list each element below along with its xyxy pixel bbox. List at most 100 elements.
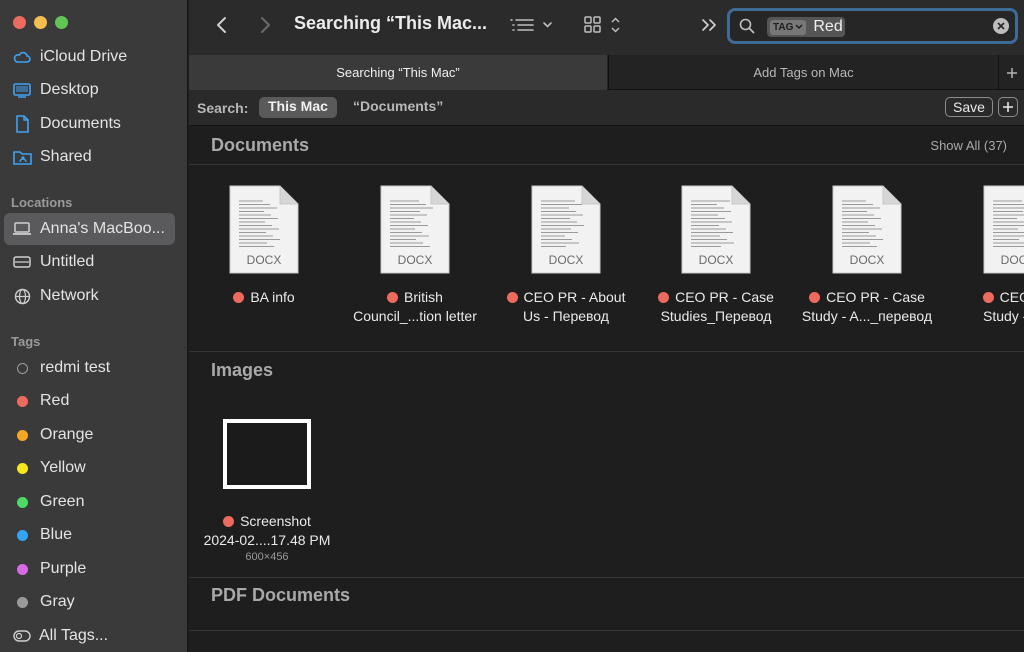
forward-button[interactable]	[252, 12, 278, 38]
file-kind-label: DOCX	[849, 253, 885, 267]
tag-color-dot	[17, 462, 28, 474]
section-title: PDF Documents	[211, 585, 351, 605]
section-title: Documents	[211, 135, 310, 155]
scope-this-mac-button[interactable]: This Mac	[259, 97, 337, 118]
documents-section-header: Documents Show All (37)	[189, 127, 1024, 164]
tag-token-kind[interactable]: TAG	[770, 19, 807, 35]
image-dimensions: 600×456	[245, 551, 289, 563]
tab-bar: Searching “This Mac” Add Tags on Mac	[189, 55, 1024, 90]
sidebar-item-label: Green	[40, 493, 85, 510]
file-name-line1: British	[404, 289, 443, 305]
document-file-item[interactable]: DOCX CEO PR Study - C...	[943, 185, 1024, 326]
file-kind-label: DOCX	[548, 253, 584, 267]
tag-color-dot	[17, 529, 28, 541]
docx-file-icon: DOCX	[831, 185, 903, 275]
file-name: CEO PR - Case Studies_Перевод	[641, 288, 791, 326]
sidebar-tag-redmi-test[interactable]: redmi test	[4, 352, 175, 384]
close-window-button[interactable]	[13, 16, 26, 29]
close-icon	[997, 22, 1005, 30]
scope-documents-button[interactable]: “Documents”	[344, 97, 452, 118]
sidebar-tag-gray[interactable]: Gray	[4, 586, 175, 618]
sidebar-tag-blue[interactable]: Blue	[4, 519, 175, 551]
sidebar-item-shared[interactable]: Shared	[4, 141, 175, 173]
sidebar-item-label: Blue	[40, 526, 73, 543]
sidebar-tag-green[interactable]: Green	[4, 486, 175, 518]
show-all-button[interactable]: Show All (37)	[930, 138, 1007, 153]
docx-file-icon: DOCX	[228, 185, 300, 275]
file-kind-label: DOCX	[397, 253, 433, 267]
tab-label: Searching “This Mac”	[336, 65, 460, 80]
plus-icon	[1003, 102, 1013, 112]
tag-color-dot	[17, 362, 28, 374]
document-file-item[interactable]: DOCX BA info	[189, 185, 339, 307]
file-name: CEO PR - About Us - Перевод	[491, 288, 641, 326]
clear-search-button[interactable]	[993, 18, 1009, 34]
minimize-window-button[interactable]	[34, 16, 47, 29]
sidebar-item-label: redmi test	[40, 359, 111, 376]
document-file-item[interactable]: DOCX CEO PR - About Us - Перевод	[491, 185, 641, 326]
sidebar-all-tags[interactable]: All Tags...	[4, 620, 175, 652]
image-file-item[interactable]: Screenshot 2024-02....17.48 PM 600×456	[192, 419, 342, 563]
chevron-left-icon	[217, 17, 226, 33]
search-results: Documents Show All (37) DOCX BA info DOC…	[189, 127, 1024, 652]
tab-label: Add Tags on Mac	[753, 65, 854, 80]
file-name: CEO PR - Case Study - A..._перевод	[792, 288, 942, 326]
sidebar-item-desktop[interactable]: Desktop	[4, 74, 175, 106]
images-section-header: Images	[189, 352, 1024, 389]
document-file-item[interactable]: DOCX British Council_...tion letter	[340, 185, 490, 326]
tab-add-tags-on-mac[interactable]: Add Tags on Mac	[608, 55, 998, 90]
chevron-right-icon	[261, 17, 270, 33]
tab-searching-this-mac[interactable]: Searching “This Mac”	[189, 55, 607, 90]
document-file-item[interactable]: DOCX CEO PR - Case Study - A..._перевод	[792, 185, 942, 326]
file-name-line2: Us - Перевод	[523, 308, 609, 324]
sidebar-tag-yellow[interactable]: Yellow	[4, 452, 175, 484]
list-view-icon	[510, 19, 552, 31]
sidebar-item-label: Purple	[40, 560, 87, 577]
sidebar-tag-orange[interactable]: Orange	[4, 419, 175, 451]
sidebar-tag-red[interactable]: Red	[4, 385, 175, 417]
tag-color-dot	[17, 429, 28, 441]
add-criteria-button[interactable]	[998, 97, 1018, 117]
sidebar: iCloud Drive Desktop Documents Shared Lo…	[0, 0, 188, 652]
file-kind-label: DOCX	[698, 253, 734, 267]
window-controls	[13, 16, 68, 29]
back-button[interactable]	[209, 12, 235, 38]
zoom-window-button[interactable]	[55, 16, 68, 29]
sidebar-item-documents[interactable]: Documents	[4, 108, 175, 140]
toolbar: Searching “This Mac... TAG Red	[189, 0, 1024, 55]
divider	[189, 164, 1024, 165]
docx-file-icon: DOCX	[680, 185, 752, 275]
image-thumbnail	[223, 419, 311, 489]
tag-color-dot	[17, 496, 28, 508]
drive-icon	[12, 252, 32, 272]
save-search-button[interactable]: Save	[945, 97, 993, 117]
red-tag-dot	[809, 292, 821, 303]
search-tag-token[interactable]: TAG Red	[767, 17, 845, 37]
grid-view-button[interactable]	[582, 12, 626, 38]
window-title: Searching “This Mac...	[294, 13, 488, 33]
new-tab-button[interactable]	[998, 55, 1024, 90]
search-field[interactable]: TAG Red	[727, 8, 1018, 44]
sidebar-item-network[interactable]: Network	[4, 280, 175, 312]
search-icon	[739, 18, 755, 39]
list-view-button[interactable]	[507, 12, 555, 38]
file-name: BA info	[189, 288, 339, 307]
red-tag-dot	[506, 292, 518, 303]
file-name-line1: CEO PR - About	[523, 289, 626, 305]
file-name-line1: BA info	[250, 289, 295, 305]
document-icon	[12, 114, 32, 134]
sidebar-item-untitled[interactable]: Untitled	[4, 246, 175, 278]
sidebar-item-macbook[interactable]: Anna's MacBoo...	[4, 213, 175, 245]
sidebar-tag-purple[interactable]: Purple	[4, 553, 175, 585]
document-file-item[interactable]: DOCX CEO PR - Case Studies_Перевод	[641, 185, 791, 326]
sidebar-item-label: Untitled	[40, 253, 95, 270]
tag-color-dot	[17, 563, 28, 575]
sidebar-item-label: Gray	[40, 593, 75, 610]
chevron-down-icon	[795, 24, 803, 30]
sidebar-item-label: Network	[40, 287, 99, 304]
tag-color-dot	[17, 395, 28, 407]
sidebar-item-icloud-drive[interactable]: iCloud Drive	[4, 41, 175, 73]
desktop-icon	[12, 80, 32, 100]
more-toolbar-button[interactable]	[699, 14, 721, 36]
red-tag-dot	[223, 516, 235, 527]
